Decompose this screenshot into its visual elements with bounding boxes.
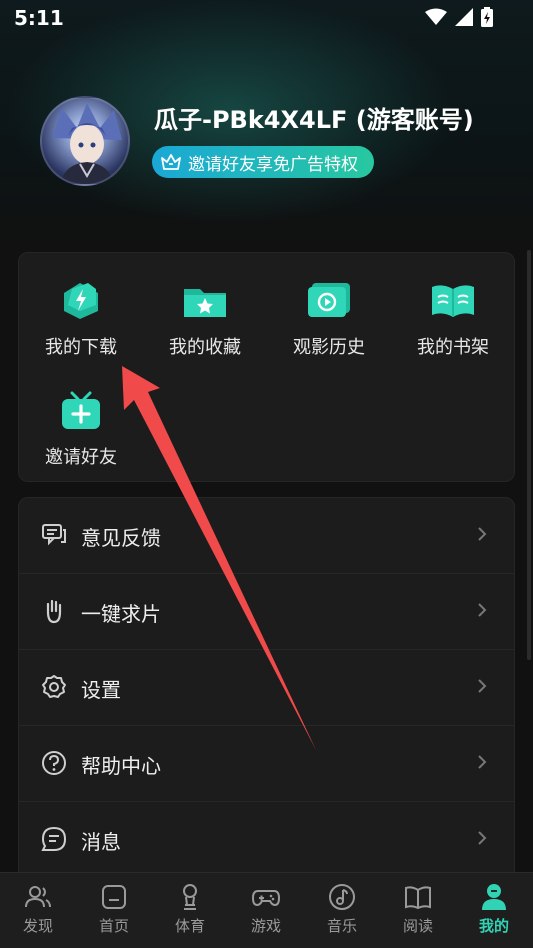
settings-icon <box>42 675 66 698</box>
menu-item-feedback[interactable]: 意见反馈 <box>19 498 514 574</box>
history-icon <box>308 283 350 317</box>
quick-action-history[interactable]: 观影历史 <box>269 281 389 359</box>
status-time: 5:11 <box>14 6 64 30</box>
wifi-icon <box>425 8 447 25</box>
quick-action-bookshelf[interactable]: 我的书架 <box>393 281 513 359</box>
music-icon <box>329 884 355 910</box>
nav-discover[interactable]: 发现 <box>8 883 68 936</box>
quick-actions-card: 我的下载 我的收藏 观影历史 我的书架 邀请好友 <box>18 252 515 482</box>
nav-sports[interactable]: 体育 <box>160 883 220 936</box>
quick-action-label: 我的下载 <box>45 337 117 358</box>
menu-item-label: 消息 <box>81 830 121 854</box>
quick-action-label: 我的书架 <box>417 337 489 358</box>
menu-item-label: 设置 <box>81 678 121 702</box>
chevron-right-icon <box>478 527 487 541</box>
menu-item-label: 帮助中心 <box>81 754 161 778</box>
nav-label: 体育 <box>174 917 205 935</box>
quick-action-favorites[interactable]: 我的收藏 <box>145 281 265 359</box>
signal-icon <box>455 8 473 26</box>
username: 瓜子-PBk4X4LF (游客账号) <box>154 106 474 134</box>
invite-banner-button[interactable]: 邀请好友享免广告特权 <box>152 146 374 178</box>
battery-icon <box>481 7 493 27</box>
feedback-icon <box>42 524 66 546</box>
avatar[interactable] <box>40 96 130 186</box>
quick-action-downloads[interactable]: 我的下载 <box>21 281 141 359</box>
chevron-right-icon <box>478 679 487 693</box>
bottom-navigation: 发现 首页 体育 游戏 音乐 阅读 我的 <box>0 872 533 948</box>
profile-icon <box>482 884 506 910</box>
menu-item-label: 意见反馈 <box>81 526 161 550</box>
profile-section: 瓜子-PBk4X4LF (游客账号) 邀请好友享免广告特权 <box>40 96 500 188</box>
invite-banner-label: 邀请好友享免广告特权 <box>188 154 358 175</box>
menu-item-help[interactable]: 帮助中心 <box>19 726 514 802</box>
nav-label: 阅读 <box>402 917 433 935</box>
hand-icon <box>46 599 62 624</box>
status-icons <box>425 6 493 28</box>
chevron-right-icon <box>478 831 487 845</box>
settings-menu-card: 意见反馈 一键求片 设置 帮助中心 消息 <box>18 497 515 887</box>
book-icon <box>405 886 431 910</box>
nav-label: 游戏 <box>250 917 281 935</box>
discover-icon <box>25 886 51 908</box>
nav-games[interactable]: 游戏 <box>236 883 296 936</box>
quick-action-label: 邀请好友 <box>45 447 117 468</box>
gamepad-icon <box>252 890 280 907</box>
quick-action-invite[interactable]: 邀请好友 <box>21 391 141 469</box>
crown-icon <box>161 154 181 170</box>
sports-icon <box>183 884 197 910</box>
home-icon <box>102 885 126 909</box>
chevron-right-icon <box>478 603 487 617</box>
nav-reading[interactable]: 阅读 <box>388 883 448 936</box>
status-bar: 5:11 <box>0 0 533 36</box>
avatar-illustration <box>52 103 122 184</box>
help-icon <box>42 751 66 775</box>
message-icon <box>41 826 67 851</box>
nav-label: 我的 <box>478 917 509 935</box>
download-icon <box>64 283 98 319</box>
quick-action-label: 观影历史 <box>293 337 365 358</box>
quick-action-label: 我的收藏 <box>169 337 241 358</box>
menu-item-settings[interactable]: 设置 <box>19 650 514 726</box>
nav-music[interactable]: 音乐 <box>312 883 372 936</box>
invite-icon <box>62 391 100 429</box>
menu-item-label: 一键求片 <box>81 602 161 626</box>
bookshelf-icon <box>432 285 474 317</box>
scrollbar[interactable] <box>527 250 531 660</box>
favorites-icon <box>184 289 226 317</box>
nav-profile[interactable]: 我的 <box>464 883 524 936</box>
nav-home[interactable]: 首页 <box>84 883 144 936</box>
menu-item-messages[interactable]: 消息 <box>19 802 514 878</box>
nav-label: 首页 <box>98 917 129 935</box>
chevron-right-icon <box>478 755 487 769</box>
nav-label: 发现 <box>22 917 53 935</box>
menu-item-request-movie[interactable]: 一键求片 <box>19 574 514 650</box>
nav-label: 音乐 <box>326 917 357 935</box>
